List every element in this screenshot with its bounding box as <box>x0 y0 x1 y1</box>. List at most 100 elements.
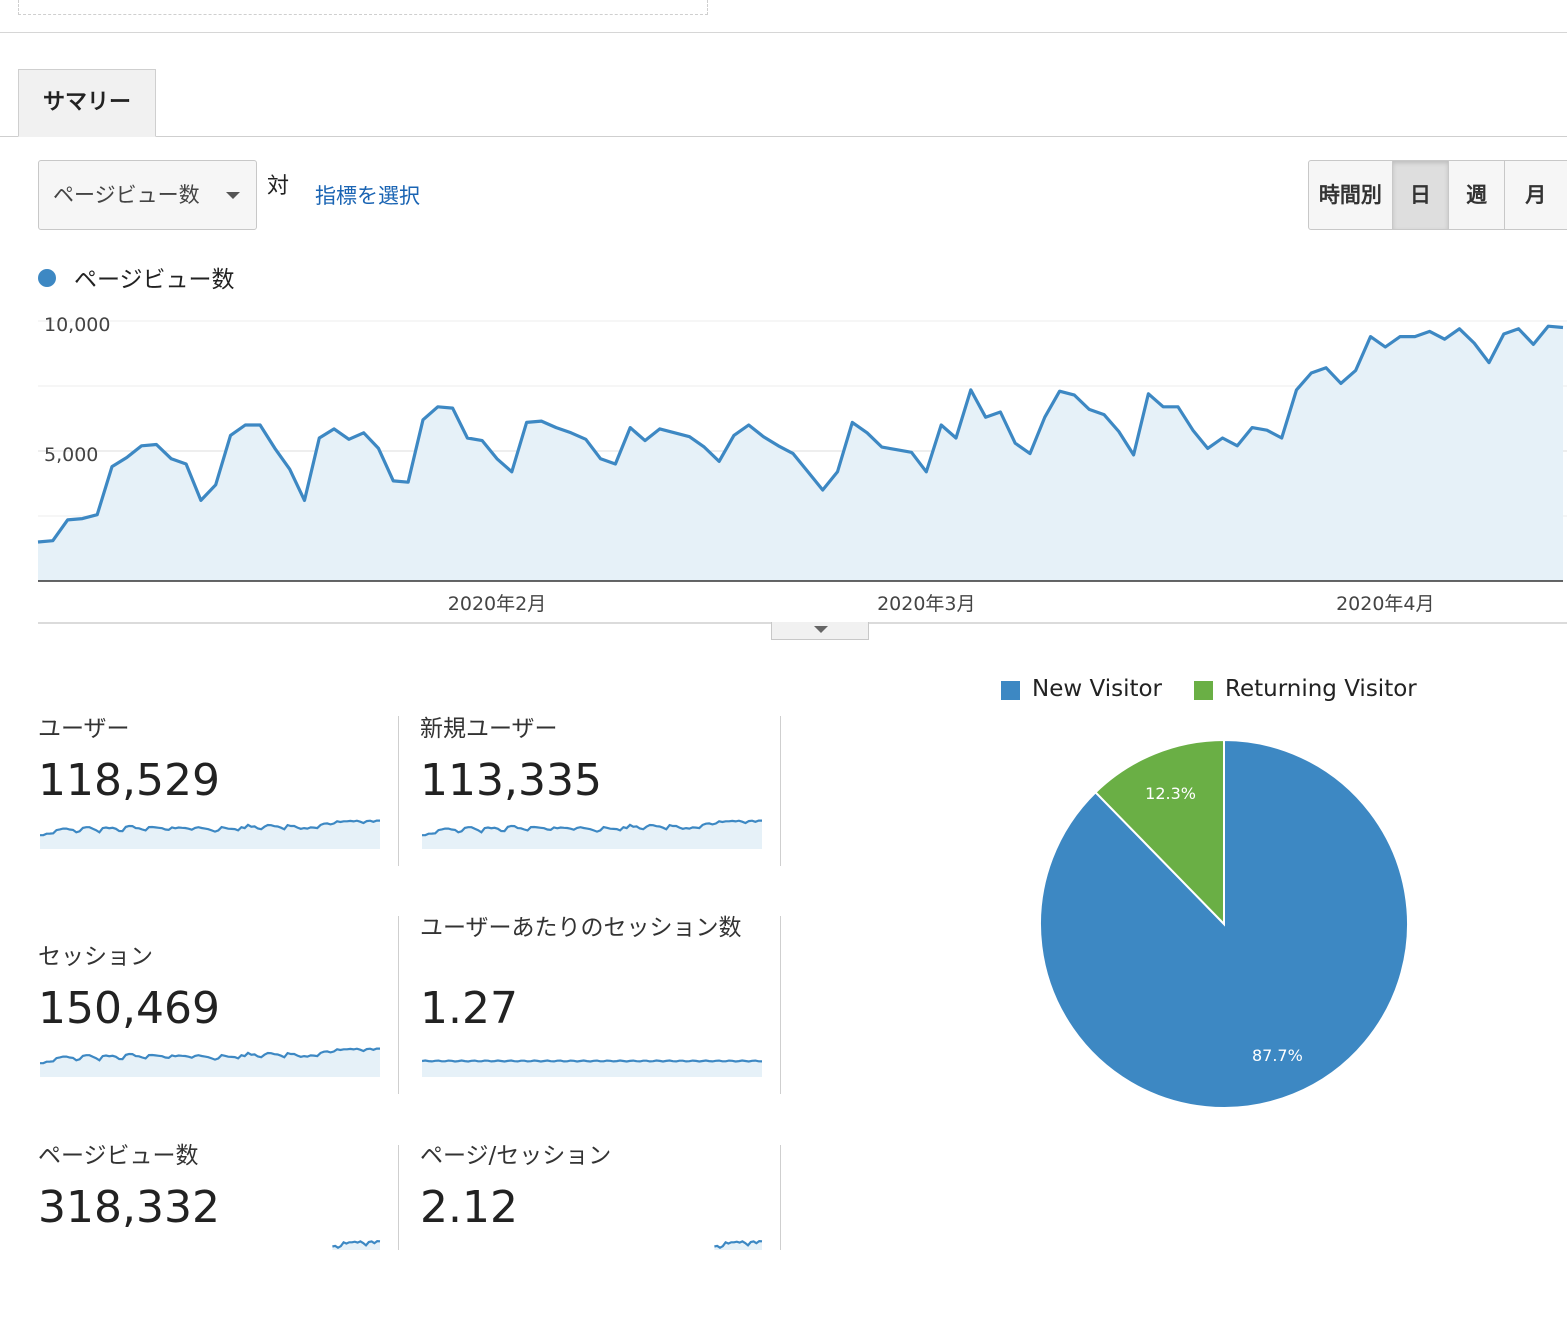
data-point[interactable] <box>36 540 41 545</box>
kpi-pages-per-session[interactable]: ページ/セッション 2.12 <box>420 1142 780 1322</box>
data-point[interactable] <box>50 538 55 543</box>
data-point[interactable] <box>361 430 366 435</box>
data-point[interactable] <box>95 512 100 517</box>
data-point[interactable] <box>968 387 973 392</box>
period-month-button[interactable]: 月 <box>1505 161 1567 229</box>
data-point[interactable] <box>643 438 648 443</box>
data-point[interactable] <box>1264 428 1269 433</box>
data-point[interactable] <box>1235 443 1240 448</box>
data-point[interactable] <box>406 480 411 485</box>
data-point[interactable] <box>1546 324 1551 329</box>
data-point[interactable] <box>1072 393 1077 398</box>
kpi-new-users[interactable]: 新規ユーザー 113,335 <box>420 715 780 895</box>
chart-collapse-toggle[interactable] <box>771 622 869 640</box>
data-point[interactable] <box>1442 337 1447 342</box>
data-point[interactable] <box>243 423 248 428</box>
data-point[interactable] <box>865 430 870 435</box>
data-point[interactable] <box>613 462 618 467</box>
data-point[interactable] <box>80 516 85 521</box>
data-point[interactable] <box>924 469 929 474</box>
data-point[interactable] <box>657 426 662 431</box>
data-point[interactable] <box>524 420 529 425</box>
data-point[interactable] <box>894 447 899 452</box>
data-point[interactable] <box>805 469 810 474</box>
data-point[interactable] <box>717 459 722 464</box>
data-point[interactable] <box>154 442 159 447</box>
data-point[interactable] <box>1087 407 1092 412</box>
data-point[interactable] <box>1457 326 1462 331</box>
data-point[interactable] <box>939 423 944 428</box>
data-point[interactable] <box>1146 391 1151 396</box>
visitor-type-pie[interactable]: 87.7% 12.3% <box>1000 700 1460 1150</box>
data-point[interactable] <box>1516 326 1521 331</box>
data-point[interactable] <box>702 445 707 450</box>
data-point[interactable] <box>569 430 574 435</box>
data-point[interactable] <box>1294 387 1299 392</box>
data-point[interactable] <box>776 443 781 448</box>
data-point[interactable] <box>184 462 189 467</box>
data-point[interactable] <box>421 417 426 422</box>
period-hourly-button[interactable]: 時間別 <box>1309 161 1393 229</box>
data-point[interactable] <box>65 517 70 522</box>
data-point[interactable] <box>1487 360 1492 365</box>
data-point[interactable] <box>287 467 292 472</box>
tab-summary[interactable]: サマリー <box>18 69 156 137</box>
data-point[interactable] <box>1176 404 1181 409</box>
data-point[interactable] <box>317 436 322 441</box>
data-point[interactable] <box>1057 389 1062 394</box>
data-point[interactable] <box>998 410 1003 415</box>
data-point[interactable] <box>346 437 351 442</box>
kpi-users[interactable]: ユーザー 118,529 <box>38 715 398 895</box>
data-point[interactable] <box>435 404 440 409</box>
data-point[interactable] <box>1338 381 1343 386</box>
period-week-button[interactable]: 週 <box>1449 161 1506 229</box>
data-point[interactable] <box>139 443 144 448</box>
select-metric-link[interactable]: 指標を選択 <box>315 180 420 210</box>
pageviews-chart[interactable]: 10,000 5,000 2020年2月 2020年3月 2020年4月 <box>0 300 1567 640</box>
data-point[interactable] <box>228 433 233 438</box>
kpi-sessions-per-user[interactable]: ユーザーあたりのセッション数 1.27 <box>420 914 780 1094</box>
kpi-sessions[interactable]: セッション 150,469 <box>38 943 398 1123</box>
kpi-pageviews[interactable]: ページビュー数 318,332 <box>38 1142 398 1322</box>
data-point[interactable] <box>1042 415 1047 420</box>
data-point[interactable] <box>124 455 129 460</box>
data-point[interactable] <box>1561 325 1566 330</box>
data-point[interactable] <box>672 430 677 435</box>
data-point[interactable] <box>495 456 500 461</box>
data-point[interactable] <box>1028 451 1033 456</box>
data-point[interactable] <box>1472 341 1477 346</box>
data-point[interactable] <box>509 469 514 474</box>
data-point[interactable] <box>198 498 203 503</box>
data-point[interactable] <box>1398 334 1403 339</box>
data-point[interactable] <box>302 498 307 503</box>
data-point[interactable] <box>1427 329 1432 334</box>
data-point[interactable] <box>598 456 603 461</box>
data-point[interactable] <box>1220 436 1225 441</box>
data-point[interactable] <box>1013 441 1018 446</box>
data-point[interactable] <box>1309 371 1314 376</box>
data-point[interactable] <box>1116 429 1121 434</box>
data-point[interactable] <box>213 482 218 487</box>
data-point[interactable] <box>450 406 455 411</box>
data-point[interactable] <box>746 423 751 428</box>
data-point[interactable] <box>1324 365 1329 370</box>
data-point[interactable] <box>583 437 588 442</box>
data-point[interactable] <box>1250 425 1255 430</box>
data-point[interactable] <box>1205 446 1210 451</box>
data-point[interactable] <box>110 464 115 469</box>
data-point[interactable] <box>731 433 736 438</box>
period-day-button[interactable]: 日 <box>1392 161 1450 229</box>
data-point[interactable] <box>169 456 174 461</box>
data-point[interactable] <box>687 434 692 439</box>
metric-dropdown[interactable]: ページビュー数 <box>38 160 257 230</box>
data-point[interactable] <box>554 425 559 430</box>
data-point[interactable] <box>465 436 470 441</box>
data-point[interactable] <box>1412 334 1417 339</box>
data-point[interactable] <box>1190 428 1195 433</box>
data-point[interactable] <box>909 450 914 455</box>
data-point[interactable] <box>480 438 485 443</box>
data-point[interactable] <box>1353 368 1358 373</box>
data-point[interactable] <box>391 478 396 483</box>
data-point[interactable] <box>1131 452 1136 457</box>
data-point[interactable] <box>850 420 855 425</box>
